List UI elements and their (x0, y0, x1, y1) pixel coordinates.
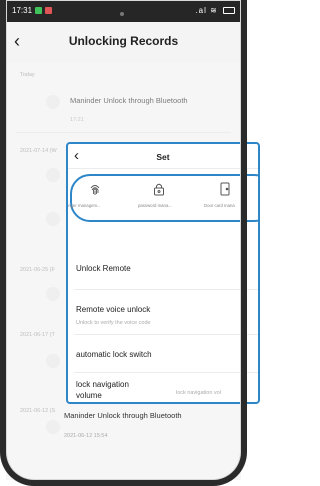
record-time: 2021-06-12 15:54 (64, 433, 108, 439)
status-indicators: .al ≋ (195, 6, 235, 15)
door-card-label: Door card mana (204, 203, 235, 208)
management-icon-bar: finger managem... password mana... Door … (68, 174, 258, 222)
app-header: ‹ Unlocking Records (6, 22, 241, 62)
camera-notch (120, 12, 124, 16)
remote-voice-unlock-item[interactable]: Remote voice unlock (76, 305, 150, 314)
automatic-lock-switch-item[interactable]: automatic lock switch (76, 350, 152, 359)
record-title[interactable]: Maninder Unlock through Bluetooth (64, 411, 182, 420)
page-title: Unlocking Records (68, 34, 179, 48)
notification-icon-red (45, 7, 52, 14)
divider (74, 334, 258, 335)
divider (74, 289, 258, 290)
battery-icon (223, 7, 235, 15)
unlock-remote-item[interactable]: Unlock Remote (76, 264, 131, 273)
divider (74, 372, 258, 373)
panel-title: Set (156, 152, 170, 162)
notification-icon-green (35, 7, 42, 14)
remote-voice-unlock-hint: Unlock to verify the voice code (76, 320, 151, 326)
lock-navigation-volume-value: lock navigation vol (176, 390, 221, 396)
phone-frame: 17:31 .al ≋ ‹ Unlocking Records Today Ma… (0, 0, 260, 486)
signal-wifi-icon: .al ≋ (195, 6, 218, 15)
status-bar: 17:31 .al ≋ (0, 0, 247, 22)
lock-icon[interactable] (152, 182, 166, 196)
status-time: 17:31 (12, 6, 33, 15)
lock-navigation-volume-item[interactable]: lock navigation volume (76, 379, 129, 401)
divider (68, 168, 258, 169)
fingerprint-icon[interactable] (88, 182, 102, 196)
fingerprint-label: finger managem... (66, 203, 101, 208)
door-card-icon[interactable] (218, 182, 232, 196)
settings-panel: ‹ Set finger managem... password mana... (66, 142, 260, 404)
password-label: password mana... (138, 203, 172, 208)
